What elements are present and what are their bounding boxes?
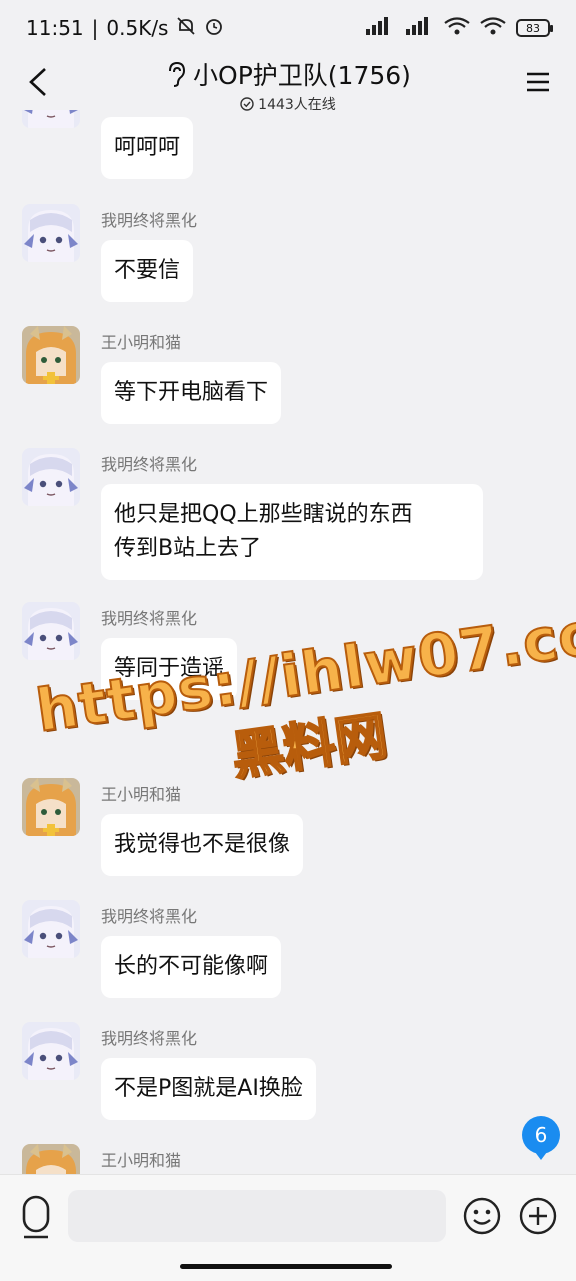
message-bubble[interactable]: 等下开电脑看下 (101, 362, 282, 424)
group-title: 小OP护卫队(1756) (193, 61, 411, 90)
smiley-icon (463, 1197, 501, 1235)
unread-count-badge[interactable]: 6 (522, 1116, 560, 1160)
sender-name[interactable]: 我明终将黑化 (101, 451, 197, 475)
avatar[interactable] (22, 602, 80, 660)
ear-icon (169, 61, 186, 87)
message: 我明终将黑化 不要信 (0, 204, 576, 314)
avatar[interactable] (22, 1022, 80, 1080)
sender-name[interactable]: 我明终将黑化 (101, 1025, 197, 1049)
alarm-icon (204, 16, 224, 41)
sender-name[interactable]: 我明终将黑化 (101, 903, 197, 927)
message: 王小明和猫 我觉得也不是很像 (0, 778, 576, 888)
message: 我明终将黑化 等同于造谣 (0, 602, 576, 712)
sender-name[interactable]: 我明终将黑化 (101, 207, 197, 231)
status-left: 11:51 | 0.5K/s (26, 16, 224, 41)
network-speed: 0.5K/s (106, 16, 169, 40)
signal-icon-2 (404, 16, 434, 40)
message-bubble[interactable]: 呵呵呵 (101, 117, 194, 179)
sender-name[interactable]: 王小明和猫 (101, 781, 181, 805)
wifi-icon (444, 16, 470, 40)
more-options-button[interactable] (518, 1196, 558, 1236)
message: 王小明和猫 (0, 1144, 576, 1174)
message: 呵呵呵 (0, 110, 576, 186)
microphone-icon (22, 1195, 50, 1239)
message-bubble[interactable]: 他只是把QQ上那些瞎说的东西 传到B站上去了 (101, 484, 483, 580)
battery-icon: 83 (516, 19, 553, 37)
menu-icon (527, 72, 549, 92)
wifi-icon-2 (480, 16, 506, 40)
message-input[interactable] (68, 1190, 446, 1242)
avatar[interactable] (22, 900, 80, 958)
avatar[interactable] (22, 448, 80, 506)
sender-name[interactable]: 我明终将黑化 (101, 605, 197, 629)
avatar[interactable] (22, 1144, 80, 1174)
emoji-button[interactable] (462, 1196, 502, 1236)
signal-icon (364, 16, 394, 40)
message: 我明终将黑化 他只是把QQ上那些瞎说的东西 传到B站上去了 (0, 448, 576, 582)
menu-button[interactable] (518, 62, 558, 102)
mute-icon (176, 16, 196, 41)
message: 我明终将黑化 长的不可能像啊 (0, 900, 576, 1010)
sender-name[interactable]: 王小明和猫 (101, 329, 181, 353)
home-indicator[interactable] (180, 1264, 392, 1269)
title-block[interactable]: 小OP护卫队(1756) 1443人在线 (100, 56, 476, 114)
avatar[interactable] (22, 204, 80, 262)
message-bubble[interactable]: 不要信 (101, 240, 194, 302)
message-bubble[interactable]: 我觉得也不是很像 (101, 814, 304, 876)
avatar[interactable] (22, 326, 80, 384)
message-list[interactable]: 呵呵呵 我明终将黑化 不要信 王小明和猫 等下开电脑看下 我明终将黑化 他只是把… (0, 110, 576, 1174)
message-bubble[interactable]: 长的不可能像啊 (101, 936, 282, 998)
check-circle-icon (240, 97, 254, 111)
sender-name[interactable]: 王小明和猫 (101, 1147, 181, 1171)
avatar[interactable] (22, 110, 80, 128)
message-bubble[interactable]: 不是P图就是AI换脸 (101, 1058, 316, 1120)
avatar[interactable] (22, 778, 80, 836)
status-bar: 11:51 | 0.5K/s 83 (0, 0, 576, 56)
message: 王小明和猫 等下开电脑看下 (0, 326, 576, 436)
plus-circle-icon (519, 1197, 557, 1235)
message-bubble[interactable]: 等同于造谣 (101, 638, 238, 700)
message: 我明终将黑化 不是P图就是AI换脸 (0, 1022, 576, 1132)
status-divider: | (91, 16, 99, 40)
status-right: 83 (364, 16, 553, 40)
title-row: 小OP护卫队(1756) (100, 56, 476, 92)
voice-button[interactable] (16, 1193, 56, 1241)
status-time: 11:51 (26, 16, 84, 40)
back-arrow-icon (29, 68, 46, 96)
back-button[interactable] (18, 62, 58, 102)
chat-header: 小OP护卫队(1756) 1443人在线 (0, 56, 576, 113)
